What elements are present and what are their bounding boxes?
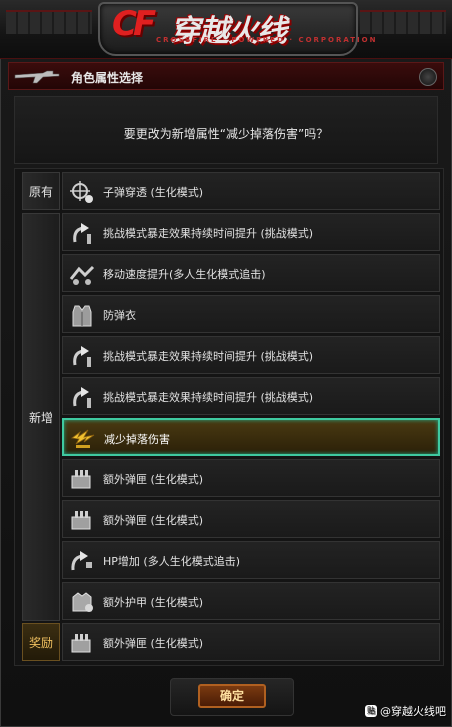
watermark: 贴 @穿越火线吧 [365,703,446,719]
crosshair-icon [70,181,93,203]
attribute-label: 移动速度提升(多人生化模式追击) [103,268,266,281]
banner-ornament-left [6,10,92,34]
arrow-up-icon [73,387,91,408]
attribute-row[interactable]: 移动速度提升(多人生化模式追击) [62,254,440,292]
attribute-row[interactable]: 额外弹匣 (生化模式) [62,623,440,661]
ammo-box-icon [71,634,91,653]
attribute-row[interactable]: 挑战模式暴走效果持续时间提升 (挑战模式) [62,336,440,374]
vest-icon [72,305,92,327]
attribute-row[interactable]: 挑战模式暴走效果持续时间提升 (挑战模式) [62,377,440,415]
category-reward: 奖励 [22,623,60,661]
ammo-box-icon [71,470,91,489]
attribute-label: 防弹衣 [103,309,136,322]
attribute-row[interactable]: 额外护甲 (生化模式) [62,582,440,620]
rifle-icon [14,70,60,84]
game-banner: CF 穿越火线 CROSSFIRE · POWERED · CORPORATIO… [0,0,452,59]
attribute-label: 挑战模式暴走效果持续时间提升 (挑战模式) [103,391,314,404]
attribute-row[interactable]: 挑战模式暴走效果持续时间提升 (挑战模式) [62,213,440,251]
game-logo-subtitle: CROSSFIRE · POWERED · CORPORATION [156,36,378,44]
ammo-box-icon [71,511,91,530]
attribute-label: 额外弹匣 (生化模式) [103,514,204,527]
watermark-text: @穿越火线吧 [380,705,446,718]
attribute-row[interactable]: 额外弹匣 (生化模式) [62,500,440,538]
attribute-label: 额外弹匣 (生化模式) [103,473,204,486]
attribute-label: 子弹穿透 (生化模式) [103,186,204,199]
category-original: 原有 [22,172,60,210]
attribute-label: 挑战模式暴走效果持续时间提升 (挑战模式) [103,350,314,363]
question-text: 要更改为新增属性“减少掉落伤害”吗？ [123,127,329,141]
dialog-title: 角色属性选择 [71,71,144,85]
close-button[interactable] [419,68,437,86]
attribute-label: 额外护甲 (生化模式) [103,596,204,609]
banner-ornament-right [360,10,446,34]
attribute-row[interactable]: 减少掉落伤害 [62,418,440,456]
tieba-icon: 贴 [365,705,377,717]
attribute-label: 减少掉落伤害 [104,433,170,446]
category-added: 新增 [22,213,60,621]
attribute-row[interactable]: 子弹穿透 (生化模式) [62,172,440,210]
speed-icon [69,265,95,285]
attribute-label: 挑战模式暴走效果持续时间提升 (挑战模式) [103,227,314,240]
hp-icon [71,551,92,571]
attribute-row[interactable]: 额外弹匣 (生化模式) [62,459,440,497]
dialog-titlebar: 角色属性选择 [8,62,444,90]
attribute-label: 额外弹匣 (生化模式) [103,637,204,650]
confirm-button[interactable]: 确定 [198,684,266,708]
confirmation-prompt: 要更改为新增属性“减少掉落伤害”吗？ [14,96,438,164]
attribute-label: HP增加 (多人生化模式追击) [103,555,240,568]
fall-damage-icon [70,429,95,448]
attribute-row[interactable]: HP增加 (多人生化模式追击) [62,541,440,579]
arrow-up-icon [73,346,91,367]
attribute-row[interactable]: 防弹衣 [62,295,440,333]
arrow-up-icon [73,223,91,244]
armor-icon [72,592,93,612]
